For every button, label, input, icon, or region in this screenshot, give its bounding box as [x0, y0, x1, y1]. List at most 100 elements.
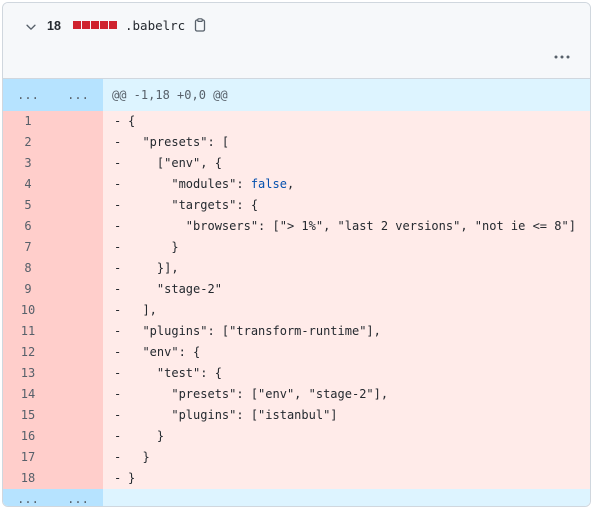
- code-text: "modules":: [128, 177, 251, 191]
- code-line: {: [128, 111, 135, 132]
- line-number-new: [53, 321, 103, 342]
- expand-up-button[interactable]: ...: [53, 79, 103, 111]
- code-text: "test": {: [128, 366, 222, 380]
- line-number-old[interactable]: 9: [3, 279, 53, 300]
- code-text: }: [128, 471, 136, 485]
- code-line: "targets": {: [128, 195, 258, 216]
- line-number-new: [53, 258, 103, 279]
- file-name-link[interactable]: .babelrc: [125, 17, 185, 35]
- line-number-new: [53, 300, 103, 321]
- kebab-horizontal-icon[interactable]: [550, 47, 574, 67]
- code-line: ],: [128, 300, 157, 321]
- line-number-old[interactable]: 4: [3, 174, 53, 195]
- line-number-new: [53, 153, 103, 174]
- table-row: 6 - "browsers": ["> 1%", "last 2 versions…: [3, 216, 590, 237]
- code-line: }: [128, 426, 164, 447]
- line-number-old[interactable]: 6: [3, 216, 53, 237]
- table-row: 1 -{: [3, 111, 590, 132]
- code-line: }],: [128, 258, 179, 279]
- code-text: }: [128, 450, 150, 464]
- diffstat-block-deleted: [91, 21, 99, 29]
- table-row: 14 - "presets": ["env", "stage-2"],: [3, 384, 590, 405]
- deletion-marker: -: [114, 387, 122, 401]
- deletion-marker: -: [114, 282, 122, 296]
- line-number-new: [53, 405, 103, 426]
- hunk-footer-row: ... ...: [3, 489, 590, 506]
- table-row: 5 - "targets": {: [3, 195, 590, 216]
- line-number-old[interactable]: 15: [3, 405, 53, 426]
- line-number-new: [53, 447, 103, 468]
- line-number-new: [53, 132, 103, 153]
- diffstat-block-deleted: [109, 21, 117, 29]
- table-row: 9 - "stage-2": [3, 279, 590, 300]
- line-number-old[interactable]: 10: [3, 300, 53, 321]
- line-number-new: [53, 363, 103, 384]
- line-number-old[interactable]: 17: [3, 447, 53, 468]
- line-number-old[interactable]: 13: [3, 363, 53, 384]
- line-number-old[interactable]: 3: [3, 153, 53, 174]
- table-row: 10 - ],: [3, 300, 590, 321]
- line-number-old[interactable]: 1: [3, 111, 53, 132]
- code-text: }: [128, 429, 165, 443]
- expand-down-button[interactable]: ...: [53, 489, 103, 506]
- code-text: "browsers": ["> 1%", "last 2 versions", …: [128, 219, 576, 233]
- table-row: 11 - "plugins": ["transform-runtime"],: [3, 321, 590, 342]
- table-row: 12 - "env": {: [3, 342, 590, 363]
- code-line: "presets": [: [128, 132, 229, 153]
- code-line: ["env", {: [128, 153, 222, 174]
- code-text: ,: [286, 177, 295, 191]
- line-number-old[interactable]: 12: [3, 342, 53, 363]
- diffstat-block-deleted: [73, 21, 81, 29]
- line-number-old[interactable]: 5: [3, 195, 53, 216]
- deletion-marker: -: [114, 240, 122, 254]
- deletion-marker: -: [114, 198, 122, 212]
- line-number-old[interactable]: 2: [3, 132, 53, 153]
- line-number-old[interactable]: 16: [3, 426, 53, 447]
- expand-up-button[interactable]: ...: [3, 79, 53, 111]
- deletion-marker: -: [114, 366, 122, 380]
- diffstat-block-deleted: [100, 21, 108, 29]
- line-number-new: [53, 111, 103, 132]
- table-row: 2 - "presets": [: [3, 132, 590, 153]
- diff-table: ... ... @@ -1,18 +0,0 @@ 1-{2- "presets"…: [3, 79, 590, 506]
- deletion-marker: -: [114, 450, 122, 464]
- diff-file-card: 18 .babelrc ... ... @@ -1,18 +0,0 @@ 1 -…: [2, 2, 591, 507]
- copy-icon[interactable]: [192, 17, 208, 33]
- code-text: ],: [128, 303, 157, 317]
- deletion-marker: -: [114, 114, 122, 128]
- code-text: }: [128, 240, 179, 254]
- code-line: }: [128, 237, 179, 258]
- line-number-old[interactable]: 8: [3, 258, 53, 279]
- deleted-lines: 1-{2- "presets": [3- ["env", {4- "module…: [3, 111, 590, 489]
- deletion-marker: -: [114, 261, 122, 275]
- expand-down-button[interactable]: ...: [3, 489, 53, 506]
- deletion-marker: -: [114, 429, 122, 443]
- line-number-old[interactable]: 7: [3, 237, 53, 258]
- code-line: }: [128, 468, 135, 489]
- deletion-marker: -: [114, 303, 122, 317]
- table-row: 18 -}: [3, 468, 590, 489]
- line-number-old[interactable]: 14: [3, 384, 53, 405]
- code-line: "stage-2": [128, 279, 222, 300]
- diffstat-block-deleted: [82, 21, 90, 29]
- line-number-new: [53, 195, 103, 216]
- code-line: "plugins": ["istanbul"]: [128, 405, 337, 426]
- line-number-old[interactable]: 11: [3, 321, 53, 342]
- file-header: 18 .babelrc: [3, 3, 590, 79]
- code-line: "env": {: [128, 342, 200, 363]
- deletion-marker: -: [114, 408, 122, 422]
- table-row: 4 - "modules": false,: [3, 174, 590, 195]
- deletion-marker: -: [114, 324, 122, 338]
- code-text: "plugins": ["transform-runtime"],: [128, 324, 381, 338]
- line-number-new: [53, 279, 103, 300]
- line-number-old[interactable]: 18: [3, 468, 53, 489]
- line-number-new: [53, 426, 103, 447]
- code-text: {: [128, 114, 136, 128]
- deletion-marker: -: [114, 177, 122, 191]
- code-text: "targets": {: [128, 198, 259, 212]
- deletion-marker: -: [114, 345, 122, 359]
- diffstat: [73, 21, 117, 30]
- chevron-down-icon[interactable]: [24, 19, 38, 33]
- code-line: }: [128, 447, 150, 468]
- deletion-marker: -: [114, 156, 122, 170]
